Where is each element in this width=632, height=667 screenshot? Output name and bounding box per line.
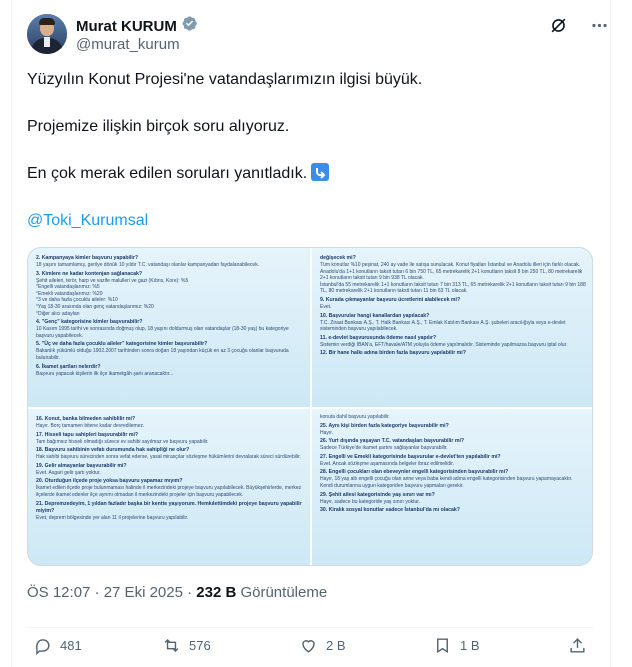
tweet-line-3-wrap: En çok merak edilen soruları yanıtladık. (27, 163, 593, 184)
media-divider-horizontal (28, 407, 592, 409)
faq-answer: Hayır. Borç tamamen bitene kadar devredi… (36, 423, 145, 429)
share-icon (570, 638, 585, 653)
retweet-button[interactable]: 576 (162, 636, 211, 655)
heart-icon (302, 640, 315, 653)
faq-question: 2. Kampanyaya kimler başvuru yapabilir? (36, 255, 139, 261)
faq-question: 17. Hisseli tapu sahipleri başvurabilir … (36, 431, 139, 438)
faq-answer: Başvuru yapacak kişilerin ilk ilçe ikame… (36, 370, 174, 377)
timestamp[interactable]: ÖS 12:07 · 27 Eki 2025 · (27, 584, 196, 601)
tweet-line-1: Yüzyılın Konut Projesi'ne vatandaşlarımı… (27, 71, 423, 88)
faq-answer: Tam bağımsız hisseli olmadığı sürece ev … (36, 438, 209, 445)
faq-question: 4. "Genç" kategorisine kimler başvurabil… (36, 319, 143, 326)
media-grid[interactable]: 2. Kampanyaya kimler başvuru yapabilir? 1… (27, 247, 593, 566)
faq-question: 26. Yurt dışında yaşayan T.C. vatandaşla… (320, 438, 465, 445)
author-handle[interactable]: @murat_kurum (76, 36, 180, 53)
faq-question: 10. Başvurular hangi kanallardan yapılac… (320, 312, 430, 319)
faq-question: 29. Şehit ailesi kategorisinde yaş sınır… (320, 491, 435, 498)
more-options-icon[interactable] (590, 16, 609, 40)
faq-answer: °Yaş 18-30 arasında olan genç vatandaşla… (36, 303, 154, 310)
faq-answer: 10 Kasım 1995 tarihi ve sonrasında doğmu… (36, 326, 289, 339)
faq-answer: Hak sahibi başvuru sürecinden sonra vefa… (36, 454, 301, 461)
tweet-text: Yüzyılın Konut Projesi'ne vatandaşlarımı… (27, 69, 593, 257)
faq-question: 28. Engelli çocukları olan ebeveynler en… (320, 469, 509, 476)
faq-answer: 18 yaşını tamamlamış, gerilye dönük 10 y… (36, 262, 260, 268)
avatar[interactable] (27, 14, 67, 54)
faq-question: 3. Kimlere ne kadar kontenjan sağlanacak… (36, 270, 143, 277)
bookmark-button[interactable]: 1 B (433, 636, 480, 655)
faq-answer: T.C. Ziraat Bankası A.Ş., T. Halk Bankas… (320, 319, 566, 333)
faq-answer: İstanbul'da 55 metrekarelik 1+1 konutlar… (320, 281, 586, 295)
verified-badge-icon (181, 15, 198, 37)
faq-question: 16. Konut, banka bilmeden sahiblilir mi? (36, 416, 136, 422)
views-label: Görüntüleme (236, 584, 328, 601)
faq-answer: İkamet edilen ilçede proje bulunmaması h… (36, 485, 302, 498)
faq-question: 18. Başvuru sahibinin vefatı durumunda h… (36, 447, 190, 454)
faq-question: 27. Engelli ve Emekli kategorisinde başv… (320, 453, 501, 460)
bookmark-icon (437, 638, 448, 654)
faq-answer: Sadece Türkiye'de ikamet şartını sağlaya… (320, 445, 448, 452)
faq-answer: Evet. Ancak sözleşme aşamasında belgeler… (320, 460, 454, 467)
faq-answer: °Engelli vatandaşlarımız: %5 (36, 284, 100, 291)
like-button[interactable]: 2 B (299, 636, 346, 655)
faq-answer: Hayır. (320, 429, 334, 436)
down-arrow-emoji-icon (311, 163, 330, 181)
media-image-3[interactable]: 16. Konut, banka bilmeden sahiblilir mi?… (28, 409, 310, 565)
mention-link[interactable]: @Toki_Kurumsal (27, 212, 148, 229)
media-image-1[interactable]: 2. Kampanyaya kimler başvuru yapabilir? 1… (28, 248, 310, 407)
media-image-4[interactable]: konuta dahil başvuru yapılabilir. 25. Ayn… (312, 409, 592, 565)
faq-answer: konuta dahil başvuru yapılabilir. (320, 414, 390, 420)
faq-question: 6. İkamet şartları nelerdir? (36, 363, 101, 370)
reply-icon (35, 639, 50, 655)
view-count: 232 B (196, 584, 237, 601)
share-button[interactable] (568, 636, 587, 655)
reply-count: 481 (60, 638, 82, 653)
reply-button[interactable]: 481 (33, 636, 82, 655)
retweet-count: 576 (189, 638, 211, 653)
faq-question: 21. Depremzedeyim, 1 yıldan fazladır baş… (36, 500, 302, 514)
faq-question: 9. Kurada çıkmayanlar başvuru ücretlerin… (320, 296, 461, 303)
faq-question: 19. Gelir almayanlar başvurabilir mi? (36, 462, 127, 469)
faq-question: 5. "Üç ve daha fazla çocuklu aileler" ka… (36, 341, 208, 348)
faq-answer: °3 ve daha fazla çocuklu aileler: %10 (36, 297, 118, 304)
faq-answer: °Emekli vatandaşlarımız: %20 (36, 290, 103, 297)
action-bar: 481 576 2 B 1 B (27, 627, 593, 661)
faq-answer: Tüm konutlar %10 peşinat, 240 ay vade il… (320, 262, 581, 268)
faq-answer: Evet. (320, 303, 332, 310)
faq-question: 25. Aynı kişi birden fazla kategoriye ba… (320, 422, 449, 429)
faq-answer: Evet. Asgari gelir şartı yoktur. (36, 469, 101, 476)
mention-wrap: @Toki_Kurumsal (27, 210, 593, 231)
author-name-row[interactable]: Murat KURUM (76, 15, 198, 37)
faq-answer: °Diğer alıcı adayları (36, 310, 80, 317)
author-name[interactable]: Murat KURUM (76, 18, 177, 35)
faq-question: 12. Bir hane halkı adına birden fazla ba… (320, 350, 466, 357)
faq-question: 30. Kiralık sosyal konutlar sadece İstan… (320, 507, 460, 514)
tweet-meta: ÖS 12:07 · 27 Eki 2025 · 232 B Görüntüle… (27, 584, 327, 601)
retweet-icon (164, 638, 179, 653)
faq-answer: Bakanlık yükümlü olduğu 1902.2007 tarihi… (36, 348, 289, 361)
like-count: 2 B (326, 638, 346, 653)
tweet-line-2: Projemize ilişkin birçok soru alıyoruz. (27, 118, 290, 135)
media-image-2[interactable]: değişecek mi? Tüm konutlar %10 peşinat, 2… (312, 248, 592, 407)
faq-answer: Şehit aileleri, terör, harp ve vazife ma… (36, 277, 189, 284)
faq-answer: Anadolu'da 1+1 konutların taksit tutarı … (320, 268, 583, 282)
tweet-line-3: En çok merak edilen soruları yanıtladık. (27, 165, 308, 182)
faq-answer: Hayır, sadece bu kategoride yaş sınırı y… (320, 498, 421, 505)
faq-answer: Sistemin verdiği IBAN'a, EFT/havale/ATM … (320, 341, 568, 348)
faq-question: 11. e-devlet başvurusunda ödeme nasıl ya… (320, 334, 437, 341)
grok-icon[interactable] (549, 16, 568, 40)
faq-answer: Evet, deprem bölgesinde yer alan 11 il p… (36, 514, 189, 521)
faq-answer: Hayır, 18 yaş altı engelli çocuğu olan a… (320, 476, 573, 489)
faq-question: değişecek mi? (320, 255, 356, 261)
bookmark-count: 1 B (460, 638, 480, 653)
